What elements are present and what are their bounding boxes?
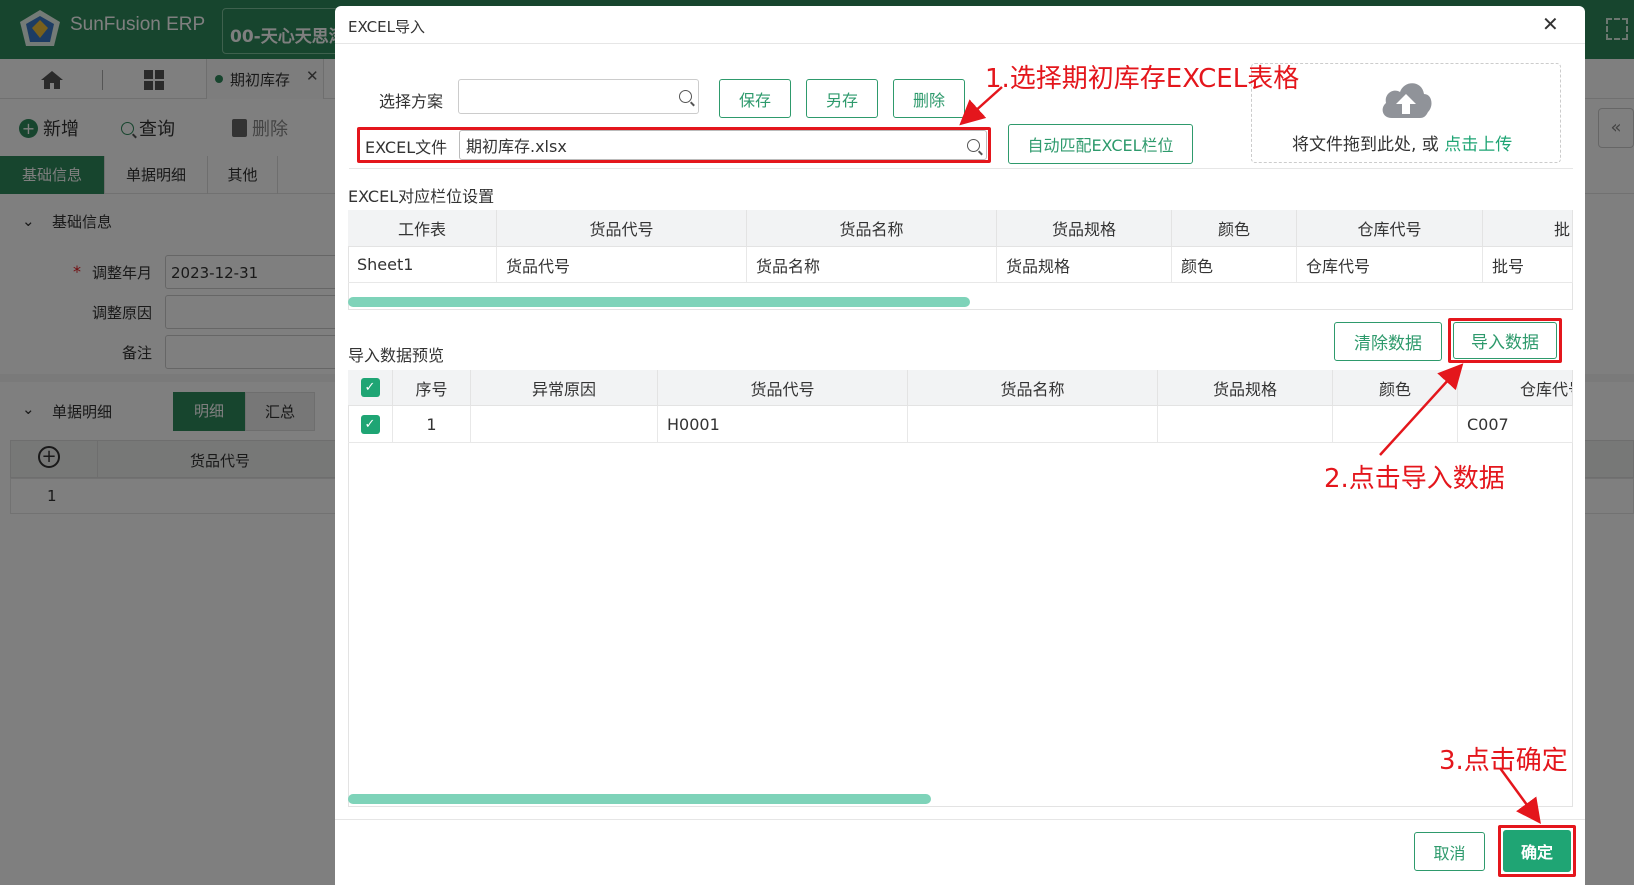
- preview-cell-no: 1: [393, 406, 471, 443]
- save-as-button[interactable]: 另存: [806, 79, 878, 118]
- mapping-scrollbar[interactable]: [348, 297, 970, 307]
- scheme-select[interactable]: [458, 79, 699, 114]
- upload-hint: 将文件拖到此处, 或 点击上传: [1292, 135, 1513, 155]
- mapping-title: EXCEL对应栏位设置: [348, 187, 495, 206]
- preview-col-name: 货品名称: [908, 370, 1158, 406]
- annotation-step1: 1.选择期初库存EXCEL表格: [985, 64, 1300, 94]
- cloud-upload-icon: [1382, 83, 1432, 118]
- mapping-col-name: 货品名称: [747, 210, 997, 247]
- mapping-cell-batch[interactable]: 批号: [1483, 247, 1573, 283]
- import-data-button[interactable]: 导入数据: [1453, 322, 1557, 359]
- search-icon[interactable]: [967, 138, 980, 152]
- preview-col-warehouse: 仓库代号: [1458, 370, 1573, 406]
- preview-cell-warehouse: C007: [1458, 406, 1573, 443]
- preview-title: 导入数据预览: [348, 346, 445, 365]
- preview-col-reason: 异常原因: [471, 370, 658, 406]
- preview-cell-color: [1333, 406, 1458, 443]
- preview-col-color: 颜色: [1333, 370, 1458, 406]
- check-icon: ✓: [360, 414, 380, 434]
- mapping-cell-code[interactable]: 货品代号: [497, 247, 747, 283]
- footer-divider: [335, 819, 1585, 820]
- clear-data-button[interactable]: 清除数据: [1334, 322, 1442, 361]
- mapping-cell-name[interactable]: 货品名称: [747, 247, 997, 283]
- preview-col-spec: 货品规格: [1158, 370, 1333, 406]
- preview-col-code: 货品代号: [658, 370, 908, 406]
- check-icon: ✓: [360, 378, 380, 397]
- mapping-cell-spec[interactable]: 货品规格: [997, 247, 1172, 283]
- divider: [349, 168, 1573, 169]
- cancel-button[interactable]: 取消: [1414, 832, 1485, 871]
- save-button[interactable]: 保存: [719, 79, 791, 118]
- scheme-label: 选择方案: [379, 92, 444, 111]
- mapping-col-code: 货品代号: [497, 210, 747, 247]
- mapping-cell-warehouse[interactable]: 仓库代号: [1297, 247, 1483, 283]
- dialog-title: EXCEL导入: [348, 18, 425, 36]
- preview-cell-spec: [1158, 406, 1333, 443]
- annotation-step2: 2.点击导入数据: [1324, 464, 1505, 494]
- preview-cell-code: H0001: [658, 406, 908, 443]
- excel-file-label: EXCEL文件: [365, 138, 448, 157]
- row-checkbox[interactable]: ✓: [348, 406, 393, 443]
- search-icon[interactable]: [679, 90, 692, 103]
- mapping-col-sheet: 工作表: [348, 210, 497, 247]
- excel-file-input[interactable]: 期初库存.xlsx: [459, 130, 987, 160]
- select-all-checkbox[interactable]: ✓: [348, 370, 393, 406]
- mapping-col-spec: 货品规格: [997, 210, 1172, 247]
- mapping-cell-color[interactable]: 颜色: [1172, 247, 1297, 283]
- preview-cell-reason: [471, 406, 658, 443]
- mapping-cell-sheet[interactable]: Sheet1: [348, 247, 497, 283]
- confirm-button[interactable]: 确定: [1503, 830, 1571, 872]
- close-icon[interactable]: ✕: [1542, 12, 1559, 36]
- auto-match-button[interactable]: 自动匹配EXCEL栏位: [1008, 124, 1193, 164]
- dialog-header: [335, 6, 1585, 44]
- annotation-step3: 3.点击确定: [1439, 746, 1568, 776]
- preview-col-no: 序号: [393, 370, 471, 406]
- click-upload-link[interactable]: 点击上传: [1444, 135, 1512, 155]
- preview-scrollbar[interactable]: [348, 794, 931, 804]
- mapping-col-warehouse: 仓库代号: [1297, 210, 1483, 247]
- preview-cell-name: [908, 406, 1158, 443]
- mapping-col-color: 颜色: [1172, 210, 1297, 247]
- mapping-col-batch: 批: [1483, 210, 1573, 247]
- excel-file-value: 期初库存.xlsx: [466, 137, 567, 156]
- delete-scheme-button[interactable]: 删除: [893, 79, 965, 118]
